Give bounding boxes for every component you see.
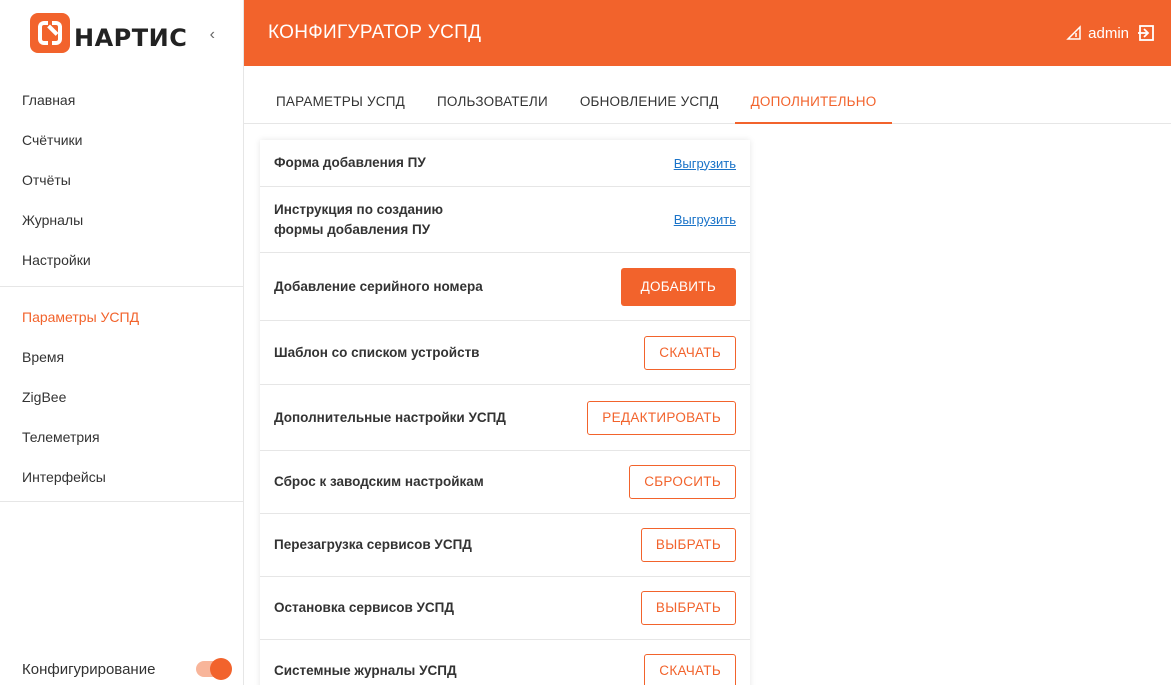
row-label: Форма добавления ПУ [274, 155, 426, 170]
row-label: Шаблон со списком устройств [274, 344, 480, 360]
list-item: Форма добавления ПУ Выгрузить [260, 140, 750, 187]
sidebar: НАРТИС ‹ Главная Счётчики Отчёты Журналы… [0, 0, 244, 685]
row-label: Системные журналы УСПД [274, 662, 457, 678]
sidebar-item-settings[interactable]: Настройки [0, 240, 243, 280]
edit-settings-button[interactable]: РЕДАКТИРОВАТЬ [587, 400, 736, 435]
sidebar-item-zigbee[interactable]: ZigBee [0, 377, 243, 417]
tab-uspd-params[interactable]: ПАРАМЕТРЫ УСПД [260, 66, 421, 124]
restart-services-button[interactable]: ВЫБРАТЬ [640, 528, 736, 562]
download-logs-button[interactable]: СКАЧАТЬ [644, 653, 736, 685]
list-item: Инструкция по созданию формы добавления … [260, 187, 750, 253]
add-serial-button[interactable]: ДОБАВИТЬ [620, 267, 736, 306]
toggle-knob [210, 658, 232, 680]
stop-services-button[interactable]: ВЫБРАТЬ [640, 591, 736, 625]
additional-settings-card: Форма добавления ПУ Выгрузить Инструкция… [260, 140, 750, 685]
app-header: КОНФИГУРАТОР УСПД admin [244, 0, 1171, 66]
logo-icon [30, 13, 70, 53]
list-item: Шаблон со списком устройств СКАЧАТЬ [260, 321, 750, 385]
row-label: Дополнительные настройки УСПД [274, 409, 506, 425]
export-instruction-link[interactable]: Выгрузить [674, 212, 736, 227]
sidebar-item-logs[interactable]: Журналы [0, 200, 243, 240]
page-title: КОНФИГУРАТОР УСПД [268, 22, 482, 43]
row-label: Сброс к заводским настройкам [274, 474, 484, 489]
main-nav: Главная Счётчики Отчёты Журналы Настройк… [0, 66, 243, 287]
list-item: Остановка сервисов УСПД ВЫБРАТЬ [260, 577, 750, 640]
export-form-link[interactable]: Выгрузить [674, 156, 736, 171]
row-label: Добавление серийного номера [274, 278, 483, 294]
tab-users[interactable]: ПОЛЬЗОВАТЕЛИ [421, 66, 564, 124]
list-item: Добавление серийного номера ДОБАВИТЬ [260, 253, 750, 321]
logout-icon[interactable] [1137, 24, 1155, 42]
sidebar-item-time[interactable]: Время [0, 337, 243, 377]
list-item: Перезагрузка сервисов УСПД ВЫБРАТЬ [260, 514, 750, 577]
tab-uspd-update[interactable]: ОБНОВЛЕНИЕ УСПД [564, 66, 735, 124]
logo-text: НАРТИС [74, 24, 188, 52]
collapse-sidebar-icon[interactable]: ‹ [210, 26, 215, 44]
list-item: Системные журналы УСПД СКАЧАТЬ [260, 640, 750, 685]
uspd-nav: Параметры УСПД Время ZigBee Телеметрия И… [0, 287, 243, 502]
sidebar-item-home[interactable]: Главная [0, 80, 243, 120]
tab-additional[interactable]: ДОПОЛНИТЕЛЬНО [734, 66, 893, 124]
row-label: Перезагрузка сервисов УСПД [274, 537, 472, 552]
sidebar-item-reports[interactable]: Отчёты [0, 160, 243, 200]
row-label: Остановка сервисов УСПД [274, 600, 454, 615]
list-item: Дополнительные настройки УСПД РЕДАКТИРОВ… [260, 385, 750, 451]
configuration-mode: Конфигурирование [22, 653, 232, 685]
download-template-button[interactable]: СКАЧАТЬ [644, 335, 736, 370]
sidebar-item-meters[interactable]: Счётчики [0, 120, 243, 160]
row-label: Инструкция по созданию формы добавления … [274, 201, 444, 237]
logo[interactable]: НАРТИС ‹ [0, 0, 243, 66]
sidebar-item-telemetry[interactable]: Телеметрия [0, 417, 243, 457]
user-menu[interactable]: admin [1066, 24, 1155, 42]
user-icon [1066, 25, 1081, 40]
sidebar-item-uspd-params[interactable]: Параметры УСПД [0, 297, 243, 337]
list-item: Сброс к заводским настройкам СБРОСИТЬ [260, 451, 750, 514]
tab-bar: ПАРАМЕТРЫ УСПД ПОЛЬЗОВАТЕЛИ ОБНОВЛЕНИЕ У… [244, 66, 1171, 124]
factory-reset-button[interactable]: СБРОСИТЬ [629, 465, 736, 499]
configuration-label: Конфигурирование [22, 660, 156, 678]
configuration-toggle[interactable] [196, 658, 232, 680]
sidebar-item-interfaces[interactable]: Интерфейсы [0, 457, 243, 497]
username: admin [1088, 24, 1129, 42]
